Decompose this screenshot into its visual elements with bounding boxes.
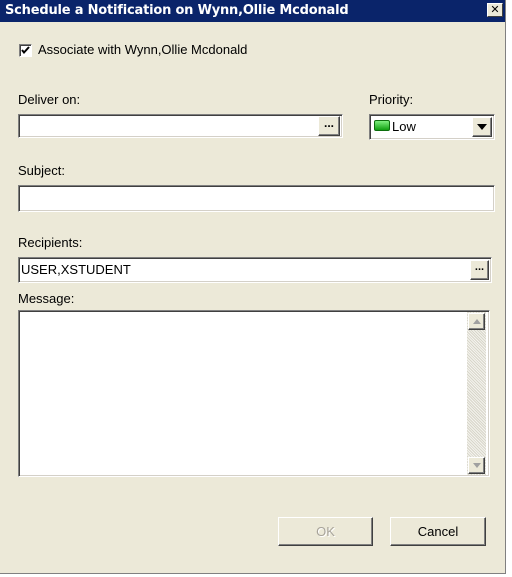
ellipsis-icon: ... <box>474 261 485 273</box>
message-scrollbar[interactable] <box>467 312 486 475</box>
schedule-notification-dialog: Schedule a Notification on Wynn,Ollie Mc… <box>0 0 506 574</box>
checkmark-icon <box>21 46 30 55</box>
deliver-on-label: Deliver on: <box>18 92 81 107</box>
chevron-down-icon <box>477 124 487 130</box>
close-icon: ✕ <box>490 4 500 16</box>
message-label: Message: <box>18 291 75 306</box>
recipients-field[interactable]: USER,XSTUDENT ... <box>18 257 492 283</box>
priority-value: Low <box>392 119 416 134</box>
priority-select[interactable]: Low <box>369 114 495 140</box>
recipients-label: Recipients: <box>18 235 83 250</box>
priority-color-icon <box>374 120 390 131</box>
associate-label: Associate with Wynn,Ollie Mcdonald <box>38 42 248 57</box>
subject-field[interactable] <box>18 185 495 212</box>
associate-checkbox[interactable] <box>19 44 32 57</box>
ok-button-label: OK <box>316 524 335 539</box>
subject-label: Subject: <box>18 163 65 178</box>
ellipsis-icon: ... <box>323 116 334 130</box>
arrow-down-icon <box>473 463 481 468</box>
recipients-value: USER,XSTUDENT <box>21 262 131 277</box>
window-title: Schedule a Notification on Wynn,Ollie Mc… <box>5 3 349 18</box>
ok-button[interactable]: OK <box>278 517 373 546</box>
message-textarea[interactable] <box>18 310 490 477</box>
close-button[interactable]: ✕ <box>487 3 503 17</box>
title-bar[interactable]: Schedule a Notification on Wynn,Ollie Mc… <box>0 0 505 22</box>
deliver-on-field[interactable]: ... <box>18 114 343 138</box>
scroll-down-button[interactable] <box>468 457 485 474</box>
priority-dropdown-button[interactable] <box>472 117 492 137</box>
cancel-button-label: Cancel <box>417 524 459 539</box>
recipients-browse-button[interactable]: ... <box>470 260 489 280</box>
cancel-button[interactable]: Cancel <box>390 517 486 546</box>
scroll-up-button[interactable] <box>468 313 485 330</box>
priority-label: Priority: <box>369 92 414 107</box>
arrow-up-icon <box>473 319 481 324</box>
deliver-on-browse-button[interactable]: ... <box>318 116 340 136</box>
